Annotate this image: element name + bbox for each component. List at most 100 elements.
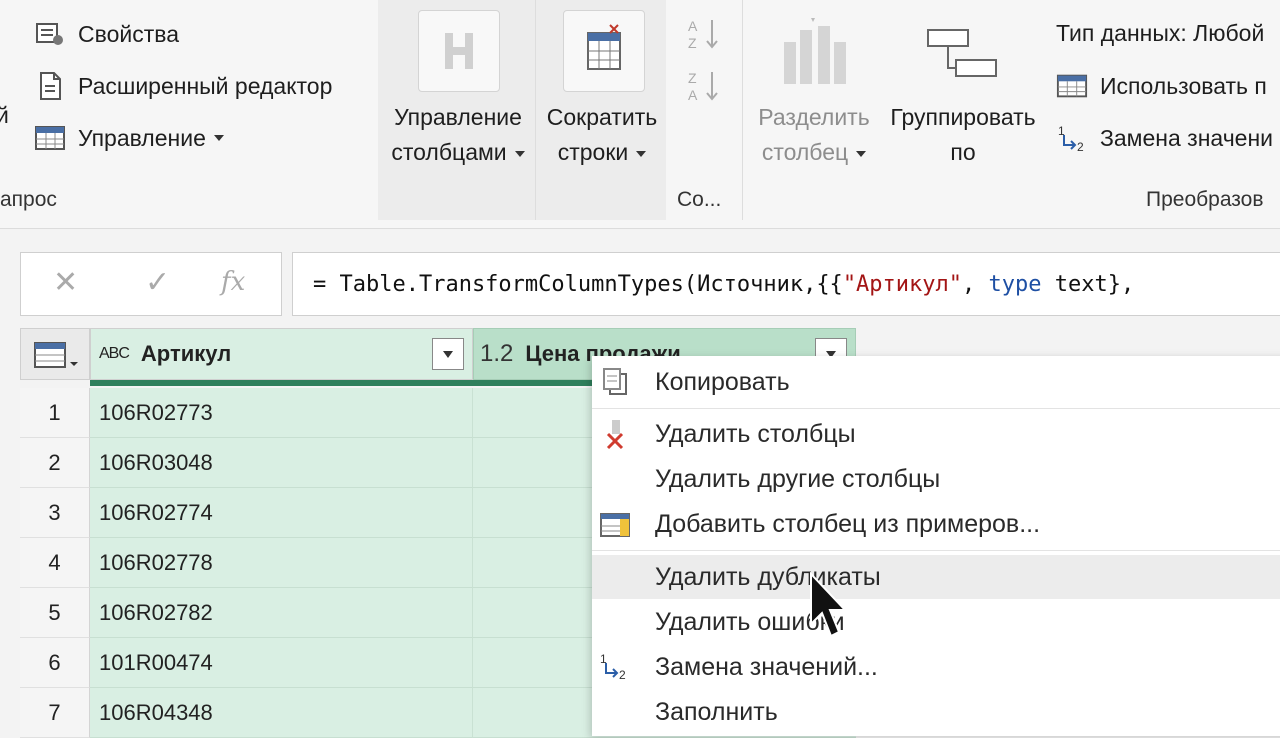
fx-icon[interactable]: fx — [221, 267, 245, 297]
svg-text:2: 2 — [619, 668, 626, 682]
properties-label: Свойства — [78, 20, 179, 47]
group-by-label-2: по — [950, 139, 976, 165]
formula-input[interactable]: = Table.TransformColumnTypes(Источник,{{… — [292, 252, 1280, 316]
reduce-rows-icon — [563, 10, 645, 92]
formula-tail: text}, — [1041, 272, 1135, 297]
svg-text:A: A — [688, 18, 698, 34]
menu-item-copy[interactable]: Копировать — [592, 360, 1280, 404]
manage-columns-label-1: Управление — [394, 104, 522, 130]
advanced-editor-icon — [34, 72, 66, 100]
menu-item-label: Заполнить — [655, 698, 778, 726]
group-by-label-1: Группировать — [890, 104, 1036, 130]
menu-item-label: Удалить столбцы — [655, 420, 856, 448]
row-number: 1 — [20, 388, 90, 438]
row-number: 7 — [20, 688, 90, 738]
group-label-sort: Со... — [677, 188, 722, 211]
formula-prefix: = Table.TransformColumnTypes(Источник,{{ — [313, 272, 843, 297]
manage-columns-icon — [418, 10, 500, 92]
ribbon-query-group: й Свойства Расширенный редактор Управлен… — [0, 0, 375, 228]
formula-string: "Артикул" — [842, 272, 963, 297]
data-type-dropdown[interactable]: Тип данных: Любой — [1056, 20, 1264, 47]
use-first-row-label: Использовать п — [1100, 72, 1267, 99]
advanced-editor-button[interactable]: Расширенный редактор — [34, 72, 332, 100]
cell-artikul[interactable]: 106R02774 — [90, 488, 473, 538]
table-manage-icon — [34, 124, 66, 152]
sort-descending-button[interactable]: ZA — [686, 68, 722, 104]
svg-text:Z: Z — [688, 70, 697, 86]
cell-artikul[interactable]: 106R04348 — [90, 688, 473, 738]
menu-item-fill[interactable]: Заполнить — [592, 690, 1280, 734]
formula-mid: , — [962, 272, 989, 297]
group-by-icon — [924, 26, 1000, 82]
properties-icon — [34, 20, 66, 48]
group-by-button[interactable]: Группировать по — [880, 100, 1046, 170]
menu-item-remove-other-columns[interactable]: Удалить другие столбцы — [592, 457, 1280, 501]
menu-item-label: Удалить другие столбцы — [655, 465, 941, 493]
replace-values-icon: 12 — [598, 651, 632, 683]
menu-item-remove-columns[interactable]: Удалить столбцы — [592, 412, 1280, 456]
remove-columns-icon — [598, 418, 632, 450]
copy-icon — [598, 366, 632, 398]
table-header-icon — [1056, 72, 1088, 100]
chevron-down-icon — [636, 150, 647, 157]
column-from-examples-icon — [598, 508, 632, 540]
menu-item-label: Копировать — [655, 368, 790, 396]
replace-values-button[interactable]: 12 Замена значени — [1056, 124, 1274, 153]
column-filter-button[interactable] — [432, 338, 464, 370]
reduce-rows-label-2: строки — [557, 139, 629, 165]
svg-text:2: 2 — [1077, 140, 1084, 153]
reduce-rows-label-1: Сократить — [546, 104, 658, 130]
split-column-label-1: Разделить — [758, 104, 870, 130]
menu-item-label: Замена значений... — [655, 653, 878, 681]
table-menu-button[interactable] — [20, 328, 90, 380]
menu-item-column-from-examples[interactable]: Добавить столбец из примеров... — [592, 502, 1280, 546]
row-number: 4 — [20, 538, 90, 588]
data-type-label: Тип данных: Любой — [1056, 20, 1265, 46]
group-label-query: апрос — [0, 188, 57, 211]
cell-artikul[interactable]: 106R02773 — [90, 388, 473, 438]
sort-ascending-button[interactable]: AZ — [686, 16, 722, 52]
manage-columns-label-2: столбцами — [391, 139, 507, 165]
confirm-formula-icon[interactable]: ✓ — [145, 265, 170, 300]
table-icon — [34, 342, 78, 368]
cancel-formula-icon[interactable]: ✕ — [53, 265, 78, 300]
cell-artikul[interactable]: 106R02778 — [90, 538, 473, 588]
manage-button[interactable]: Управление — [34, 124, 224, 152]
row-number: 6 — [20, 638, 90, 688]
use-first-row-button[interactable]: Использовать п — [1056, 72, 1267, 100]
column-header-artikul[interactable]: ABC Артикул — [90, 328, 473, 380]
replace-values-label: Замена значени — [1100, 124, 1274, 151]
sort-ascending-icon: AZ — [688, 18, 718, 51]
manage-label: Управление — [78, 124, 206, 151]
chevron-down-icon — [213, 135, 224, 141]
manage-columns-button[interactable]: Управление столбцами — [380, 100, 536, 170]
column-name: Артикул — [140, 341, 232, 366]
row-number: 3 — [20, 488, 90, 538]
menu-item-remove-errors[interactable]: Удалить ошибки — [592, 600, 1280, 644]
menu-item-replace-values[interactable]: 12 Замена значений... — [592, 645, 1280, 689]
properties-button[interactable]: Свойства — [34, 20, 179, 48]
text-type-icon: ABC — [99, 345, 130, 362]
split-column-label-2: столбец — [761, 139, 849, 165]
menu-item-label: Добавить столбец из примеров... — [655, 510, 1041, 538]
group-label-transform: Преобразов — [1146, 188, 1264, 211]
ribbon-separator — [742, 0, 743, 220]
cell-artikul[interactable]: 101R00474 — [90, 638, 473, 688]
reduce-rows-button[interactable]: Сократить строки — [538, 100, 666, 170]
advanced-editor-label: Расширенный редактор — [78, 72, 333, 99]
cell-artikul[interactable]: 106R02782 — [90, 588, 473, 638]
chevron-down-icon — [514, 150, 525, 157]
column-context-menu: Копировать Удалить столбцы Удалить други… — [592, 356, 1280, 736]
sort-descending-icon: ZA — [688, 70, 718, 103]
split-column-button[interactable]: Разделить столбец — [750, 100, 878, 170]
menu-divider — [592, 550, 1280, 551]
menu-item-remove-duplicates[interactable]: Удалить дубликаты — [592, 555, 1280, 599]
ribbon: й Свойства Расширенный редактор Управлен… — [0, 0, 1280, 229]
formula-controls: ✕ ✓ fx — [20, 252, 282, 316]
cell-artikul[interactable]: 106R03048 — [90, 438, 473, 488]
split-column-icon — [778, 16, 850, 88]
formula-keyword: type — [988, 272, 1042, 297]
svg-text:Z: Z — [688, 35, 697, 51]
replace-values-icon: 12 — [1056, 124, 1088, 153]
ribbon-cut-label: й — [0, 102, 9, 128]
